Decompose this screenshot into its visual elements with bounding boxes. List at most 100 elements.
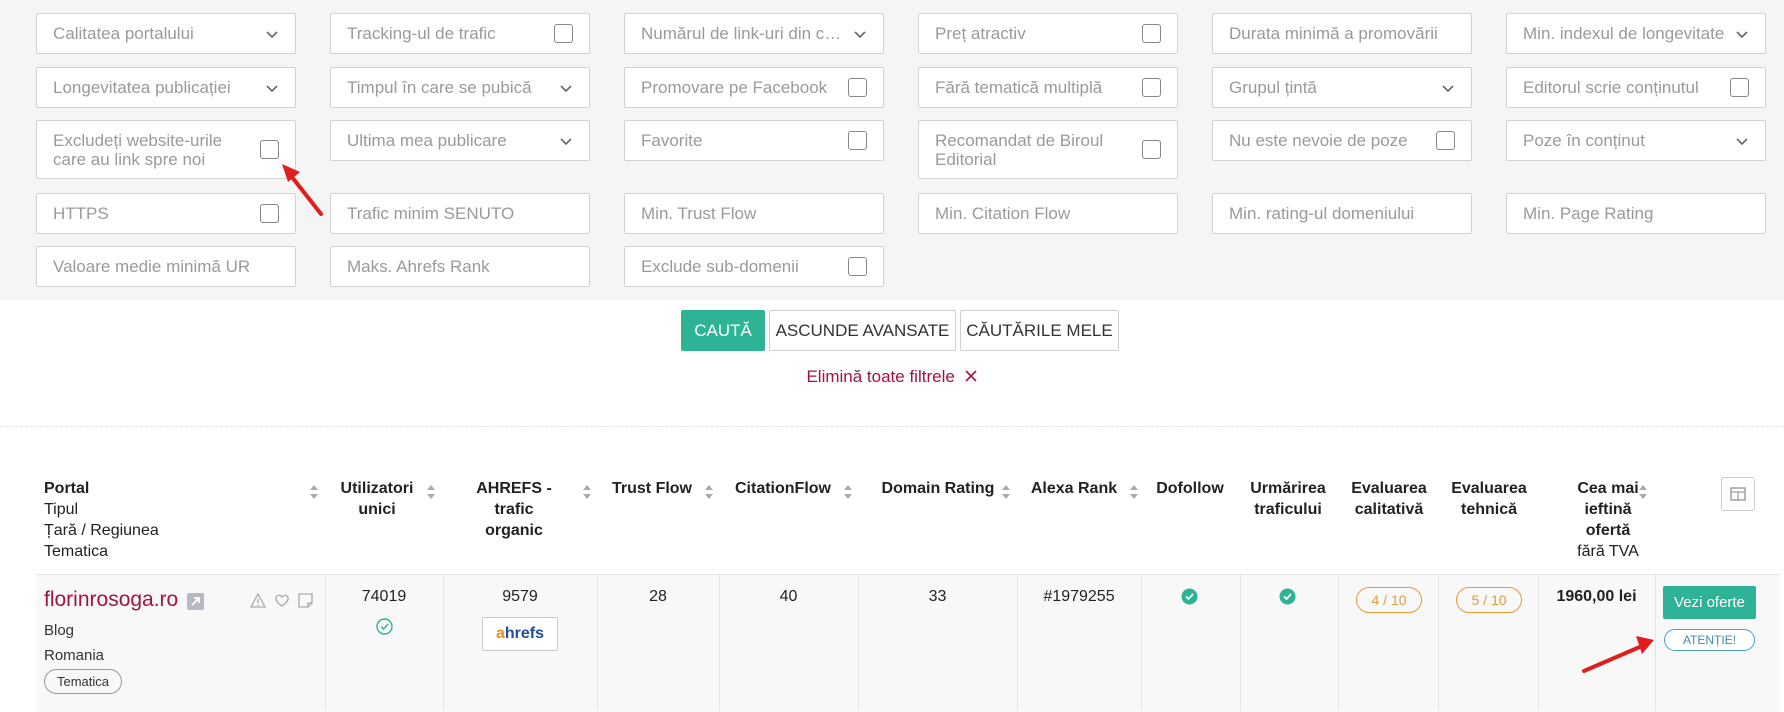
input-max-ahrefs-rank[interactable]: Maks. Ahrefs Rank — [330, 246, 590, 287]
input-min-trust-flow[interactable]: Min. Trust Flow — [624, 193, 884, 234]
portal-country: Romania — [44, 647, 105, 664]
domain-rating-value: 33 — [928, 588, 947, 605]
checkbox[interactable] — [848, 257, 867, 276]
filter-label: Durata minimă a promovării — [1229, 23, 1438, 43]
my-searches-button[interactable]: CĂUTĂRILE MELE — [960, 310, 1119, 351]
filter-publication-longevity[interactable]: Longevitatea publicației — [36, 67, 296, 108]
header-ahrefs-traffic[interactable]: AHREFS - trafic organic — [458, 478, 570, 541]
close-icon — [964, 370, 977, 382]
checkbox[interactable] — [260, 140, 279, 159]
sort-icon[interactable] — [309, 484, 319, 500]
checkbox[interactable] — [1142, 24, 1161, 43]
checkbox[interactable] — [848, 78, 867, 97]
filter-traffic-tracking[interactable]: Tracking-ul de trafic — [330, 13, 590, 54]
filter-photos-in-content[interactable]: Poze în conținut — [1506, 120, 1766, 161]
filter-editor-writes-content[interactable]: Editorul scrie conținutul — [1506, 67, 1766, 108]
header-trust-flow[interactable]: Trust Flow — [612, 478, 692, 499]
sort-icon[interactable] — [1129, 484, 1139, 500]
filter-label: Calitatea portalului — [53, 23, 194, 43]
checkbox[interactable] — [1436, 131, 1455, 150]
chevron-down-icon — [1442, 84, 1454, 92]
filter-link-count[interactable]: Numărul de link-uri din co... — [624, 13, 884, 54]
note-icon[interactable] — [298, 593, 313, 608]
header-line: ofertă — [1585, 522, 1631, 539]
input-min-citation-flow[interactable]: Min. Citation Flow — [918, 193, 1178, 234]
filter-no-photos-needed[interactable]: Nu este nevoie de poze — [1212, 120, 1472, 161]
filter-publish-time[interactable]: Timpul în care se pubică — [330, 67, 590, 108]
input-min-senuto-traffic[interactable]: Trafic minim SENUTO — [330, 193, 590, 234]
filter-facebook-promotion[interactable]: Promovare pe Facebook — [624, 67, 884, 108]
ahrefs-logo-a: a — [495, 625, 505, 642]
sort-icon[interactable] — [582, 484, 592, 500]
filter-label: Numărul de link-uri din co... — [641, 23, 845, 43]
checkbox[interactable] — [1730, 78, 1749, 97]
sort-icon[interactable] — [1638, 484, 1648, 500]
input-min-avg-ur[interactable]: Valoare medie minimă UR — [36, 246, 296, 287]
input-min-domain-rating[interactable]: Min. rating-ul domeniului — [1212, 193, 1472, 234]
filter-favorites[interactable]: Favorite — [624, 120, 884, 161]
chevron-down-icon — [266, 30, 278, 38]
dofollow-check-icon — [1181, 588, 1198, 605]
filter-no-multiple-topics[interactable]: Fără tematică multiplă — [918, 67, 1178, 108]
checkbox[interactable] — [1142, 140, 1161, 159]
header-line: Dofollow — [1156, 480, 1224, 497]
filter-min-longevity-index[interactable]: Min. indexul de longevitate — [1506, 13, 1766, 54]
filter-https[interactable]: HTTPS — [36, 193, 296, 234]
filter-my-last-publication[interactable]: Ultima mea publicare — [330, 120, 590, 161]
filter-exclude-subdomains[interactable]: Exclude sub-domenii — [624, 246, 884, 287]
citation-flow-value: 40 — [779, 588, 798, 605]
portal-link[interactable]: florinrosoga.ro — [44, 588, 178, 612]
sort-icon[interactable] — [1001, 484, 1011, 500]
quality-rating-badge: 4 / 10 — [1356, 587, 1422, 613]
external-link-icon[interactable] — [187, 593, 204, 610]
header-quality-rating: Evaluarea calitativă — [1344, 478, 1434, 520]
filter-label: Min. indexul de longevitate — [1523, 23, 1725, 43]
filter-label: Excludeți website-urile care au link spr… — [53, 130, 223, 169]
header-portal[interactable]: Portal Tipul Țară / Regiunea Tematica — [44, 478, 159, 562]
filter-min-promotion-duration[interactable]: Durata minimă a promovării — [1212, 13, 1472, 54]
ahrefs-logo-rest: hrefs — [504, 625, 545, 642]
header-line: Utilizatori — [340, 480, 414, 497]
checkbox[interactable] — [848, 131, 867, 150]
sort-icon[interactable] — [843, 484, 853, 500]
view-offers-button[interactable]: Vezi oferte — [1663, 586, 1756, 619]
header-type: Tipul — [44, 501, 79, 518]
column-settings-button[interactable] — [1721, 477, 1755, 511]
header-topic: Tematica — [44, 543, 109, 560]
header-unique-users[interactable]: Utilizatori unici — [336, 478, 418, 520]
checkbox[interactable] — [554, 24, 573, 43]
filter-label: Recomandat de Biroul Editorial — [935, 130, 1104, 169]
sort-icon[interactable] — [704, 484, 714, 500]
ahrefs-logo[interactable]: a hrefs — [482, 617, 558, 651]
header-citation-flow[interactable]: CitationFlow — [735, 478, 831, 499]
topic-tag[interactable]: Tematica — [44, 669, 123, 694]
warning-icon[interactable] — [250, 593, 266, 608]
chevron-down-icon — [560, 137, 572, 145]
sort-icon[interactable] — [426, 484, 436, 500]
input-placeholder: Min. rating-ul domeniului — [1229, 203, 1415, 223]
filter-attractive-price[interactable]: Preț atractiv — [918, 13, 1178, 54]
header-portal-title: Portal — [44, 480, 90, 497]
filter-target-group[interactable]: Grupul țintă — [1212, 67, 1472, 108]
checkbox[interactable] — [260, 204, 279, 223]
filter-label: Ultima mea publicare — [347, 130, 507, 150]
filter-label: Longevitatea publicației — [53, 77, 231, 97]
chevron-down-icon — [854, 30, 866, 38]
header-domain-rating[interactable]: Domain Rating — [875, 478, 1001, 499]
search-button[interactable]: CAUTĂ — [681, 310, 765, 351]
hide-advanced-button[interactable]: ASCUNDE AVANSATE — [769, 310, 956, 351]
chevron-down-icon — [266, 84, 278, 92]
filter-exclude-linking-sites[interactable]: Excludeți website-urile care au link spr… — [36, 120, 296, 179]
checkbox[interactable] — [1142, 78, 1161, 97]
clear-filters-link[interactable]: Elimină toate filtrele — [0, 367, 1784, 387]
unique-users-value: 74019 — [361, 588, 407, 605]
input-min-page-rating[interactable]: Min. Page Rating — [1506, 193, 1766, 234]
header-line: ieftină — [1584, 501, 1632, 518]
header-alexa-rank[interactable]: Alexa Rank — [1030, 478, 1118, 499]
attention-button[interactable]: ATENȚIE! — [1664, 629, 1755, 651]
filter-portal-quality[interactable]: Calitatea portalului — [36, 13, 296, 54]
header-line: calitativă — [1354, 501, 1424, 518]
header-country: Țară / Regiunea — [44, 522, 159, 539]
filter-editorial-recommended[interactable]: Recomandat de Biroul Editorial — [918, 120, 1178, 179]
heart-icon[interactable] — [274, 593, 290, 608]
